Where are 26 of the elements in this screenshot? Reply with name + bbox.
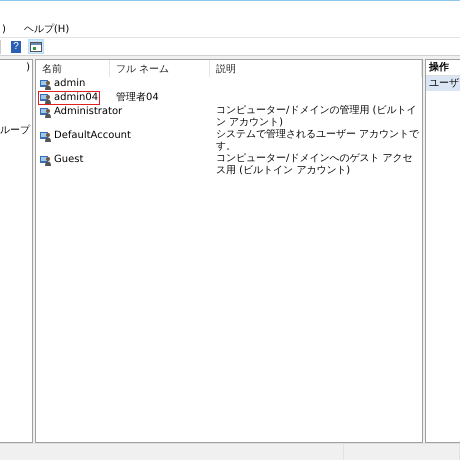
toolbar-button[interactable]: ? <box>8 39 24 54</box>
name-cell[interactable]: DefaultAccount <box>38 129 133 143</box>
user-icon <box>40 92 52 104</box>
tree-item[interactable]: ループ <box>0 123 32 137</box>
toolbar-button[interactable] <box>28 39 44 54</box>
name-cell[interactable]: Guest <box>38 153 86 167</box>
user-icon <box>40 154 52 166</box>
description-cell-text: コンピューター/ドメインへのゲスト アクセス用 (ビルトイン アカウント) <box>215 153 414 177</box>
menu-item[interactable]: ヘルプ(H) <box>22 22 72 36</box>
user-icon <box>40 106 52 118</box>
name-cell[interactable]: Administrator <box>38 105 124 119</box>
help-icon: ? <box>11 40 21 52</box>
description-cell-text: コンピューター/ドメインの管理用 (ビルトイン アカウント) <box>215 105 418 129</box>
panel-icon <box>30 42 42 52</box>
user-icon <box>40 130 52 142</box>
full-name-cell-text: 管理者04 <box>115 91 160 104</box>
menu-item[interactable]: ) <box>0 24 8 34</box>
action-item[interactable]: ユーザ <box>426 76 460 91</box>
description-cell-text: システムで管理されるユーザー アカウントです。 <box>215 129 420 153</box>
name-cell[interactable]: admin <box>38 77 88 91</box>
tree-item[interactable]: ) <box>26 62 32 73</box>
highlighted-name-cell[interactable]: admin04 <box>38 91 100 105</box>
user-icon <box>40 78 52 90</box>
column-header[interactable]: 説明 <box>210 60 422 77</box>
column-header[interactable]: フル ネーム <box>110 60 210 77</box>
column-header[interactable]: 名前 <box>36 60 110 77</box>
